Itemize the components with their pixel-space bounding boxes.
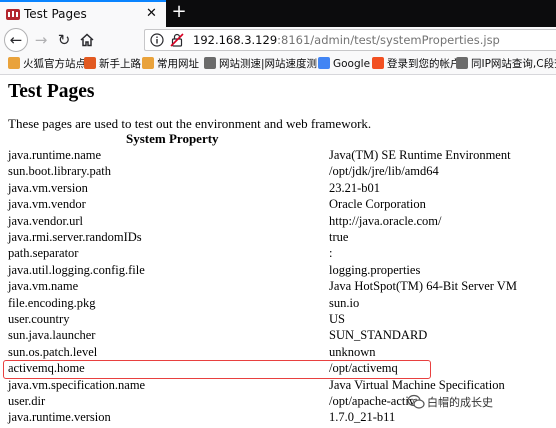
bookmark-label: 新手上路 [99,58,141,70]
bookmark-item[interactable]: 火狐官方站点 [8,56,86,72]
property-value: /opt/apache-activ [329,394,416,408]
intro-text: These pages are used to test out the env… [8,116,372,131]
insecure-lock-icon[interactable] [170,33,184,47]
property-value: /opt/jdk/jre/lib/amd64 [329,164,439,179]
system-property-header: System Property [126,131,219,146]
bookmark-label: 登录到您的帐户 [387,58,461,70]
property-value: SUN_STANDARD [329,328,428,343]
property-key: java.vendor.url [8,213,83,228]
property-row: path.separator: [0,246,556,262]
address-bar[interactable]: 192.168.3.129:8161/admin/test/systemProp… [144,29,556,51]
property-key: java.runtime.version [8,410,111,425]
bookmark-label: 网站测速|网站速度测... [219,58,328,70]
property-key: java.vm.version [8,180,88,195]
bookmark-label: 火狐官方站点 [23,58,86,70]
property-key: java.vm.specification.name [8,377,146,392]
bookmark-icon [372,57,384,69]
property-value: Oracle Corporation [329,197,426,212]
property-key: file.encoding.pkg [8,295,96,310]
highlight-box [3,360,431,379]
home-icon[interactable] [80,33,94,47]
back-arrow-icon[interactable]: ← [4,28,28,52]
bookmark-icon [456,57,468,69]
wechat-icon [407,394,425,409]
property-row: java.util.logging.config.file logging.pro… [0,263,556,279]
property-value: logging.properties [329,262,421,277]
property-value: Java(TM) SE Runtime Environment [329,148,511,162]
property-key: sun.boot.library.path [8,164,111,179]
watermark: 白帽的成长史 [407,394,493,414]
bookmark-label: Google [333,58,371,70]
new-tab-icon[interactable]: + [168,1,190,25]
property-key: java.runtime.name [8,148,102,162]
bookmark-item[interactable]: 登录到您的帐户 [372,56,461,72]
property-value: Java Virtual Machine Specification [329,377,505,392]
property-row: java.vm.vendor Oracle Corporation [0,197,556,213]
property-key: sun.os.patch.level [8,344,98,359]
property-value: http://java.oracle.com/ [329,213,442,228]
property-row: sun.boot.library.path/opt/jdk/jre/lib/am… [0,164,556,180]
forward-arrow-icon[interactable]: → [31,30,51,50]
property-row: java.vm.name Java HotSpot(TM) 64-Bit Serv… [0,279,556,295]
bookmark-item[interactable]: 新手上路 [84,56,141,72]
property-value: : [329,246,333,261]
property-row: java.vm.specification.name Java Virtual M… [0,378,556,394]
bookmark-label: 常用网址 [157,58,199,70]
url-text: 192.168.3.129:8161/admin/test/systemProp… [193,33,500,47]
bookmarks-toolbar: 火狐官方站点 新手上路 常用网址 网站测速|网站速度测... Google 登录到您的帐户… [0,53,556,75]
property-value: US [329,312,345,326]
bookmark-item[interactable]: 同IP网站查询,C段查询 [456,56,556,72]
bookmark-icon [318,57,330,69]
page-content: Test Pages These pages are used to test … [0,76,556,428]
navigation-bar: ← → ↻ 192.168.3.129:8161/admin/test/syst… [0,27,556,53]
bookmark-item[interactable]: 网站测速|网站速度测... [204,56,327,72]
tab-test-pages[interactable]: Test Pages ✕ [0,0,166,27]
bookmark-icon [8,57,20,69]
property-row: java.runtime.name Java(TM) SE Runtime Env… [0,148,556,164]
property-row: java.rmi.server.randomIDs true [0,230,556,246]
property-value: sun.io [329,295,360,310]
property-key: user.dir [8,394,46,408]
property-key: java.vm.name [8,279,79,294]
property-value: 1.7.0_21-b11 [329,410,396,425]
close-tab-icon[interactable]: ✕ [146,6,157,21]
url-path: :8161/admin/test/systemProperties.jsp [277,33,500,47]
property-row: user.country US [0,312,556,328]
property-value: true [329,230,349,244]
property-value: 23.21-b01 [329,180,381,195]
bookmark-icon [84,57,96,69]
property-value: Java HotSpot(TM) 64-Bit Server VM [329,279,517,294]
reload-icon[interactable]: ↻ [54,30,74,50]
tab-title: Test Pages [24,7,87,21]
property-row: sun.os.patch.level unknown [0,345,556,361]
property-key: user.country [8,312,70,326]
bookmark-label: 同IP网站查询,C段查询 [471,58,556,70]
property-key: sun.java.launcher [8,328,96,343]
property-key: java.vm.vendor [8,197,86,212]
bookmark-icon [142,57,154,69]
bookmark-item[interactable]: 常用网址 [142,56,199,72]
bookmark-icon [204,57,216,69]
info-icon[interactable] [150,33,164,47]
property-row: java.vendor.url http://java.oracle.com/ [0,214,556,230]
property-key: path.separator [8,246,79,261]
watermark-text: 白帽的成长史 [427,396,493,409]
bookmark-item[interactable]: Google [318,56,370,72]
tab-bar: Test Pages ✕ + [0,0,556,27]
property-row: java.vm.version 23.21-b01 [0,181,556,197]
property-key: java.util.logging.config.file [8,262,145,277]
property-key: java.rmi.server.randomIDs [8,230,142,244]
activemq-favicon-icon [6,9,20,20]
property-value: unknown [329,344,376,359]
page-title: Test Pages [8,81,95,102]
property-row: sun.java.launcher SUN_STANDARD [0,328,556,344]
property-row: file.encoding.pkg sun.io [0,296,556,312]
url-host: 192.168.3.129 [193,33,278,47]
